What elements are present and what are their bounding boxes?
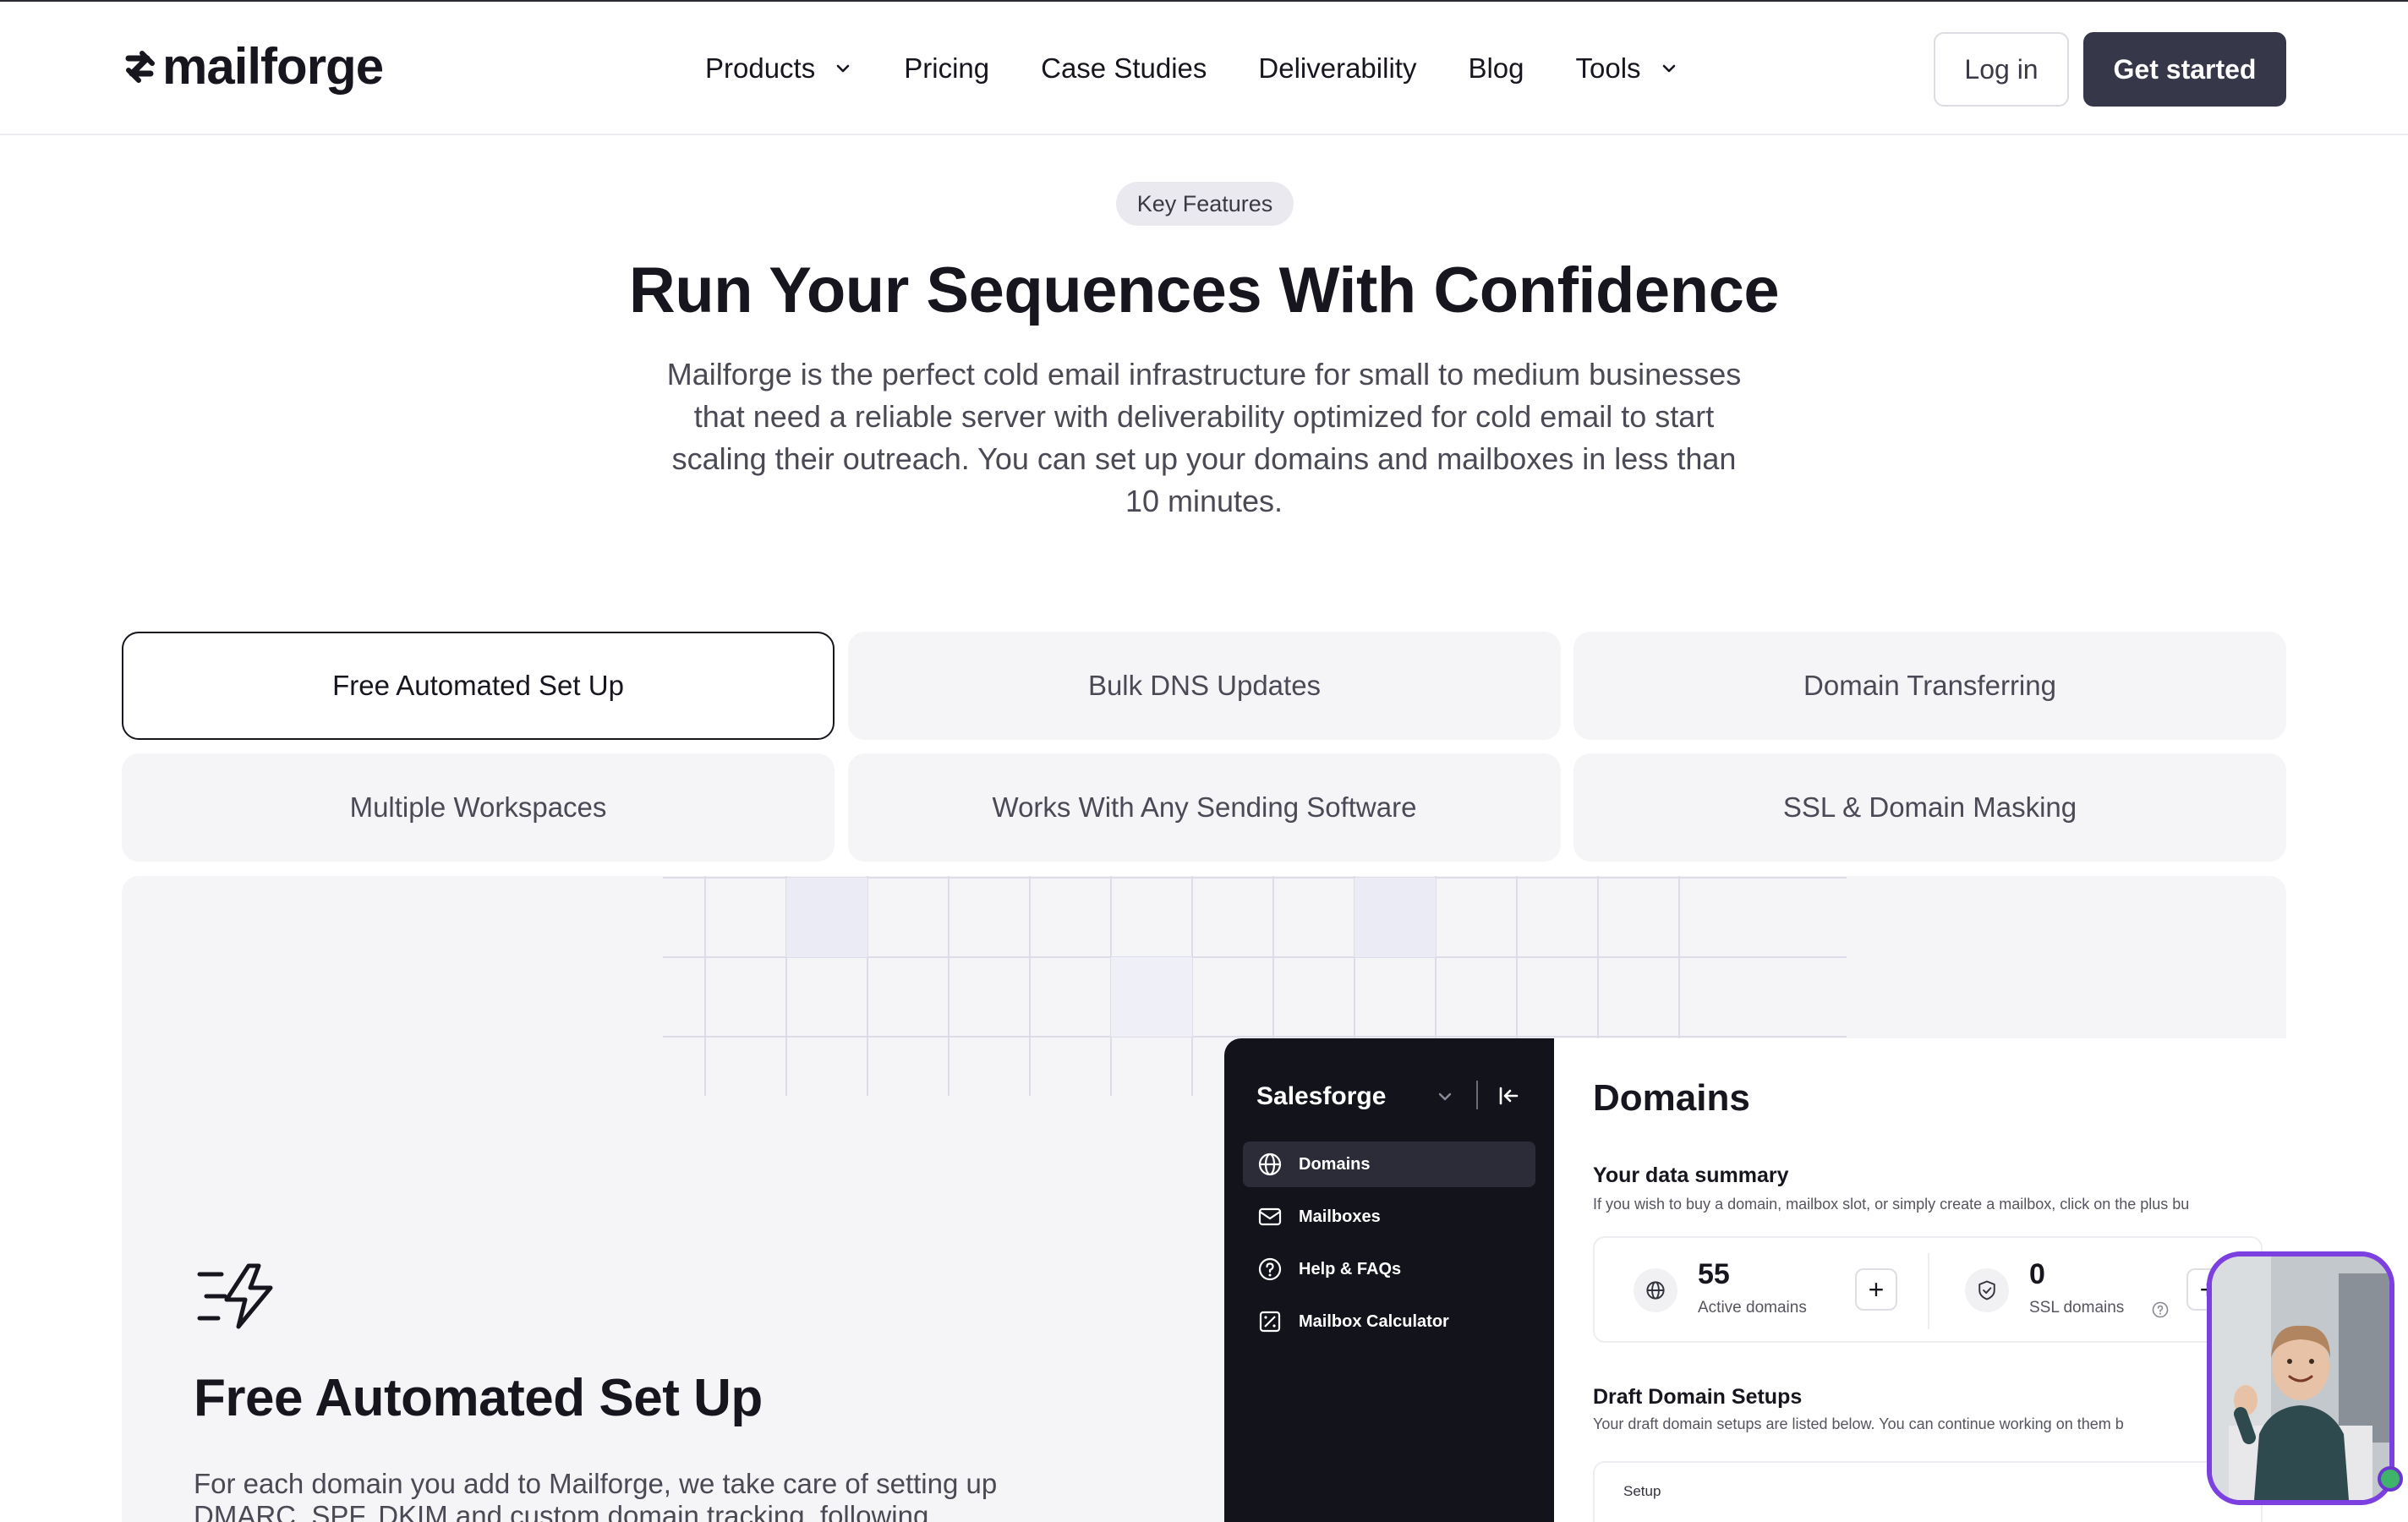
main-nav: Products Pricing Case Studies Deliverabi… xyxy=(705,44,1730,93)
tab-multiple-workspaces[interactable]: Multiple Workspaces xyxy=(122,753,835,862)
nav-deliverability[interactable]: Deliverability xyxy=(1258,52,1416,85)
sidebar-item-label: Domains xyxy=(1299,1154,1371,1174)
chevron-down-icon xyxy=(1438,1092,1452,1101)
drafts-table: Setup xyxy=(1593,1461,2263,1522)
drafts-title: Draft Domain Setups xyxy=(1593,1385,1803,1409)
stat-value: 55 xyxy=(1698,1258,1730,1290)
hero-description: Mailforge is the perfect cold email infr… xyxy=(666,357,1742,518)
sidebar-item-domains: Domains xyxy=(1243,1142,1535,1187)
sidebar-item-mailboxes: Mailboxes xyxy=(1243,1194,1535,1240)
tab-bulk-dns-updates[interactable]: Bulk DNS Updates xyxy=(848,632,1561,740)
stat-icon-wrap xyxy=(1965,1268,2009,1312)
info-icon xyxy=(2152,1301,2169,1318)
add-domain-button: + xyxy=(1855,1268,1897,1311)
nav-products[interactable]: Products xyxy=(705,52,852,85)
mailforge-logo-icon xyxy=(125,51,155,83)
fast-lightning-icon xyxy=(197,1263,273,1329)
calculator-icon xyxy=(1259,1311,1281,1333)
stat-divider xyxy=(1928,1253,1929,1329)
globe-icon xyxy=(1258,1152,1282,1176)
nav-pricing[interactable]: Pricing xyxy=(904,52,989,85)
nav-case-studies-label: Case Studies xyxy=(1041,52,1207,84)
stats-card: 55 Active domains + 0 SSL domains + xyxy=(1593,1236,2263,1343)
logo-text: mailforge xyxy=(162,38,384,95)
tab-ssl-domain-masking[interactable]: SSL & Domain Masking xyxy=(1573,753,2286,862)
online-status-indicator xyxy=(2378,1466,2403,1492)
section-badge: Key Features xyxy=(1116,182,1294,226)
site-header: mailforge Products Pricing Case Studies … xyxy=(0,2,2408,135)
summary-title: Your data summary xyxy=(1593,1163,1789,1187)
stat-label: SSL domains xyxy=(2029,1299,2125,1317)
chevron-down-icon xyxy=(1662,64,1675,73)
sidebar-item-help: Help & FAQs xyxy=(1243,1246,1535,1292)
page-title: Run Your Sequences With Confidence xyxy=(628,255,1780,326)
sidebar-divider xyxy=(1476,1081,1478,1109)
nav-deliverability-label: Deliverability xyxy=(1258,52,1417,84)
logo-link[interactable]: mailforge xyxy=(122,37,384,96)
app-sidebar: Salesforge Domains Mailboxes Help & FAQs… xyxy=(1224,1038,1554,1522)
setup-column-header: Setup xyxy=(1623,1483,1661,1499)
sidebar-item-label: Mailbox Calculator xyxy=(1299,1311,1449,1331)
app-main-content: Domains Your data summary If you wish to… xyxy=(1554,1038,2286,1522)
chevron-down-icon xyxy=(836,64,850,73)
tab-works-with-any-sending-software[interactable]: Works With Any Sending Software xyxy=(848,753,1561,862)
login-button[interactable]: Log in xyxy=(1934,32,2069,107)
tab-domain-transferring[interactable]: Domain Transferring xyxy=(1573,632,2286,740)
feature-title: Free Automated Set Up xyxy=(194,1369,763,1427)
workspace-name: Salesforge xyxy=(1256,1082,1387,1110)
app-screenshot: Salesforge Domains Mailboxes Help & FAQs… xyxy=(1224,1038,2286,1522)
help-circle-icon xyxy=(1258,1257,1282,1281)
nav-tools-label: Tools xyxy=(1575,52,1641,84)
sidebar-item-calculator: Mailbox Calculator xyxy=(1243,1299,1535,1344)
nav-products-label: Products xyxy=(705,52,816,84)
nav-blog[interactable]: Blog xyxy=(1468,52,1524,85)
sidebar-item-label: Mailboxes xyxy=(1299,1207,1381,1226)
nav-blog-label: Blog xyxy=(1468,52,1524,84)
app-page-title: Domains xyxy=(1593,1077,1750,1119)
video-chat-bubble[interactable] xyxy=(2207,1251,2394,1505)
nav-tools[interactable]: Tools xyxy=(1576,52,1678,85)
collapse-sidebar-icon xyxy=(1499,1087,1519,1105)
shield-check-icon xyxy=(1978,1280,1995,1300)
nav-case-studies[interactable]: Case Studies xyxy=(1041,52,1207,85)
feature-panel: Free Automated Set Up For each domain yo… xyxy=(122,876,2286,1522)
feature-description: For each domain you add to Mailforge, we… xyxy=(194,1468,998,1522)
mail-icon xyxy=(1258,1207,1282,1226)
nav-pricing-label: Pricing xyxy=(904,52,990,84)
stat-label: Active domains xyxy=(1698,1299,1807,1317)
stat-icon-wrap xyxy=(1634,1268,1677,1312)
get-started-button[interactable]: Get started xyxy=(2083,32,2286,107)
summary-subtitle: If you wish to buy a domain, mailbox slo… xyxy=(1593,1196,2190,1213)
sidebar-item-label: Help & FAQs xyxy=(1299,1259,1402,1278)
globe-icon xyxy=(1646,1281,1665,1300)
presenter-video-image xyxy=(2212,1256,2389,1500)
drafts-subtitle: Your draft domain setups are listed belo… xyxy=(1593,1415,2124,1432)
tab-free-automated-set-up[interactable]: Free Automated Set Up xyxy=(122,632,835,740)
stat-value: 0 xyxy=(2029,1258,2045,1290)
